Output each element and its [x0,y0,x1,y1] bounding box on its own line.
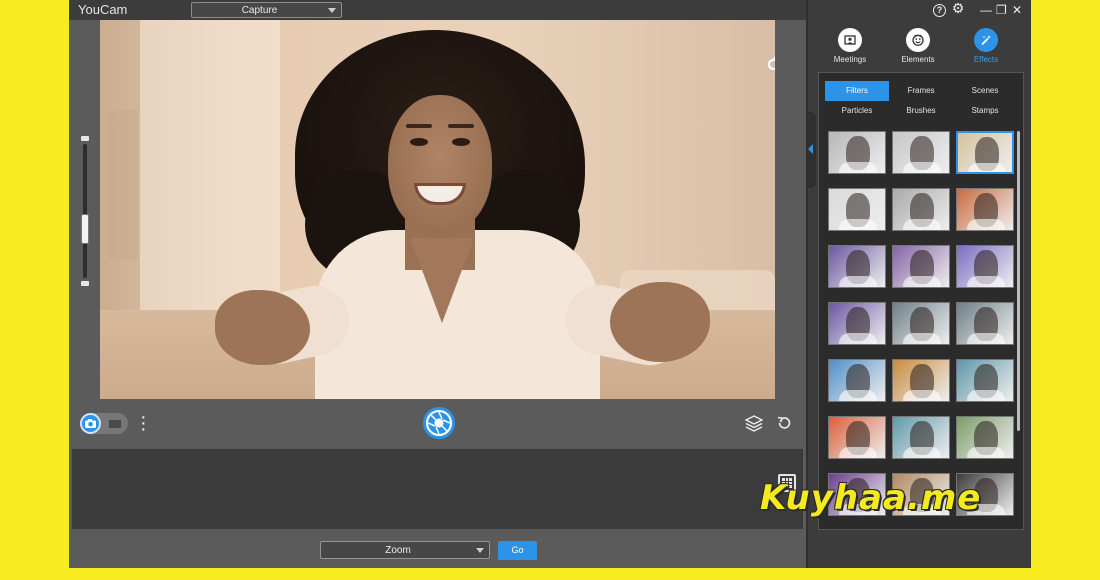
meetings-icon [838,28,862,52]
zoom-slider-top-cap [81,136,89,141]
filter-thumbnail[interactable] [892,245,950,288]
person-hand-right [610,282,710,362]
chevron-down-icon [476,548,484,553]
person-face [388,95,492,233]
gear-icon[interactable]: ⚙ [951,1,965,15]
help-icon[interactable]: ? [933,4,946,17]
tab-effects-label: Effects [973,55,999,64]
person-neckline [410,238,474,323]
filter-thumbnail[interactable] [956,131,1014,174]
filter-thumbnail-body [839,333,877,344]
chevron-down-icon [328,8,336,13]
filter-thumbnail[interactable] [892,302,950,345]
subtab-scenes[interactable]: Scenes [953,81,1017,101]
filter-thumbnail[interactable] [956,416,1014,459]
mode-dropdown[interactable]: Capture [191,2,342,18]
tab-meetings-label: Meetings [833,55,867,64]
background-door [108,110,138,260]
filter-thumbnail-body [968,163,1006,172]
tab-effects[interactable]: Effects [956,28,1016,70]
effects-icon [974,28,998,52]
filter-thumbnail-body [903,276,941,287]
filter-thumbnail[interactable] [828,359,886,402]
tab-elements-label: Elements [901,55,935,64]
filter-thumbnail[interactable] [956,245,1014,288]
zoom-dropdown[interactable]: Zoom [320,541,490,559]
minimize-icon[interactable]: — [980,4,992,16]
collapse-panel-button[interactable] [806,112,816,188]
zoom-dropdown-label: Zoom [385,545,411,556]
video-camera-icon[interactable] [109,420,121,428]
filter-scrollbar[interactable] [1017,131,1020,431]
close-icon[interactable]: ✕ [1012,4,1022,16]
watermark-logo: Kuyhaa.me [760,478,982,518]
zoom-slider-thumb[interactable] [81,214,89,244]
person-brow-left [406,124,432,128]
filter-thumbnail[interactable] [828,302,886,345]
filter-thumbnail-body [967,333,1005,344]
filter-thumbnail-body [903,219,941,230]
filter-thumbnail[interactable] [828,245,886,288]
capture-controls: · · · [69,400,806,448]
filter-thumbnail[interactable] [828,131,886,174]
camera-preview [100,20,775,399]
filter-thumbnail-body [839,390,877,401]
zoom-slider[interactable] [81,136,89,286]
effects-subtabs: Filters Frames Scenes Particles Brushes … [825,81,1017,121]
subtab-brushes[interactable]: Brushes [889,101,953,121]
subtab-stamps[interactable]: Stamps [953,101,1017,121]
more-options-icon[interactable]: · · · [140,407,147,439]
filter-thumbnail[interactable] [828,416,886,459]
person-eye-left [410,138,428,146]
subtab-frames[interactable]: Frames [889,81,953,101]
filter-thumbnail-grid [828,131,1014,529]
person-brow-right [448,124,474,128]
filter-thumbnail[interactable] [892,188,950,231]
go-button[interactable]: Go [498,541,537,560]
zoom-slider-track[interactable] [83,144,87,278]
capture-shutter-button[interactable] [423,407,455,439]
filter-thumbnail-body [839,276,877,287]
captured-media-strip[interactable] [72,449,803,529]
filter-thumbnail[interactable] [828,188,886,231]
filter-thumbnail-body [839,162,877,173]
filter-thumbnail-body [967,390,1005,401]
app-title: YouCam [78,2,128,17]
mode-dropdown-label: Capture [241,5,278,16]
person-eye-right [452,138,470,146]
zoom-slider-bottom-cap [81,281,89,286]
elements-icon [906,28,930,52]
filter-thumbnail[interactable] [892,131,950,174]
camera-icon[interactable] [80,413,101,434]
filter-thumbnail-body [839,219,877,230]
tab-elements[interactable]: Elements [888,28,948,70]
effects-library: Filters Frames Scenes Particles Brushes … [818,72,1024,530]
filter-thumbnail-body [903,162,941,173]
filter-thumbnail[interactable] [892,416,950,459]
filter-thumbnail-body [903,447,941,458]
filter-thumbnail[interactable] [956,302,1014,345]
filter-thumbnail[interactable] [956,188,1014,231]
filter-thumbnail-body [903,390,941,401]
filter-thumbnail-body [967,276,1005,287]
chevron-left-icon [808,144,813,154]
cloud-upload-icon[interactable] [768,53,775,73]
filter-thumbnail-body [967,219,1005,230]
filter-thumbnail-body [967,447,1005,458]
subtab-particles[interactable]: Particles [825,101,889,121]
filter-thumbnail[interactable] [956,359,1014,402]
photo-video-toggle[interactable] [80,413,128,434]
layers-icon[interactable] [745,414,763,432]
undo-icon[interactable] [776,415,792,431]
filter-thumbnail[interactable] [892,359,950,402]
restore-icon[interactable]: ❐ [996,4,1007,16]
filter-thumbnail-body [903,333,941,344]
filter-thumbnail-body [839,447,877,458]
person-hand-left [215,290,310,365]
title-bar: YouCam Capture [69,0,806,20]
tab-meetings[interactable]: Meetings [820,28,880,70]
shutter-icon [427,411,451,435]
subtab-filters[interactable]: Filters [825,81,889,101]
